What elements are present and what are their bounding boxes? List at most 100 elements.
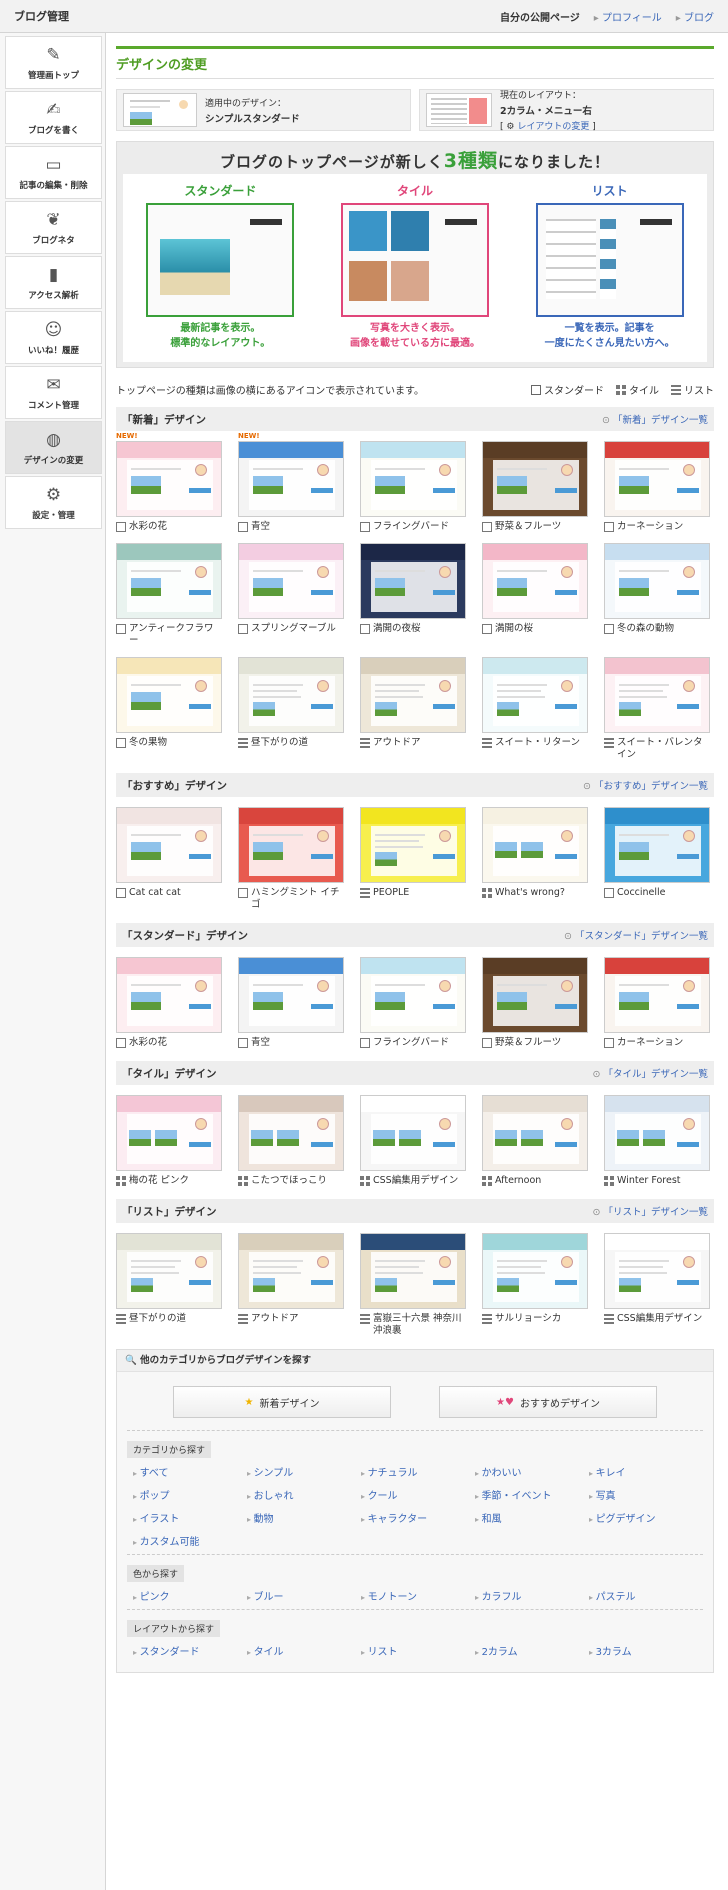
design-card[interactable]: スイート・バレンタイン xyxy=(604,657,710,761)
design-name-link[interactable]: カーネーション xyxy=(617,521,683,533)
design-thumbnail[interactable] xyxy=(238,1095,344,1171)
design-thumbnail[interactable] xyxy=(482,1095,588,1171)
design-card[interactable]: アンティークフラワー xyxy=(116,543,222,647)
design-card[interactable]: アウトドア xyxy=(238,1233,344,1337)
design-name-link[interactable]: 水彩の花 xyxy=(129,1037,167,1049)
design-thumbnail[interactable] xyxy=(360,441,466,517)
design-card[interactable]: サルリョーシカ xyxy=(482,1233,588,1337)
sidebar-item-5[interactable]: ☺ いいね！履歴 xyxy=(5,311,102,364)
design-name-link[interactable]: 満開の桜 xyxy=(495,623,533,635)
design-card[interactable]: Winter Forest xyxy=(604,1095,710,1187)
blog-link[interactable]: ブログ xyxy=(676,13,714,24)
design-name-link[interactable]: アウトドア xyxy=(251,1313,299,1325)
design-name-link[interactable]: アンティークフラワー xyxy=(129,623,222,647)
design-card[interactable]: フライングバード xyxy=(360,441,466,533)
category-link[interactable]: クール xyxy=(361,1487,475,1502)
design-thumbnail[interactable] xyxy=(360,807,466,883)
design-thumbnail[interactable] xyxy=(482,543,588,619)
category-link[interactable]: キレイ xyxy=(589,1464,703,1479)
category-link[interactable]: すべて xyxy=(133,1464,247,1479)
design-name-link[interactable]: Coccinelle xyxy=(617,887,666,899)
design-card[interactable]: スプリングマーブル xyxy=(238,543,344,647)
layout-link[interactable]: スタンダード xyxy=(133,1643,247,1658)
design-card[interactable]: アウトドア xyxy=(360,657,466,761)
design-card[interactable]: 富嶽三十六景 神奈川沖浪裏 xyxy=(360,1233,466,1337)
layout-link[interactable]: 2カラム xyxy=(475,1643,589,1658)
layout-change-link[interactable]: レイアウトの変更 xyxy=(517,122,589,132)
design-thumbnail[interactable] xyxy=(604,1095,710,1171)
category-link[interactable]: イラスト xyxy=(133,1510,247,1525)
public-page-link[interactable]: 自分の公開ページ xyxy=(500,9,580,24)
design-name-link[interactable]: 富嶽三十六景 神奈川沖浪裏 xyxy=(373,1313,466,1337)
sidebar-item-6[interactable]: ✉ コメント管理 xyxy=(5,366,102,419)
design-thumbnail[interactable] xyxy=(238,807,344,883)
design-card[interactable]: 野菜＆フルーツ xyxy=(482,957,588,1049)
design-name-link[interactable]: CSS編集用デザイン xyxy=(617,1313,702,1325)
design-name-link[interactable]: フライングバード xyxy=(373,1037,449,1049)
design-thumbnail[interactable] xyxy=(116,1233,222,1309)
design-name-link[interactable]: 青空 xyxy=(251,521,270,533)
layout-link[interactable]: 3カラム xyxy=(589,1643,703,1658)
color-link[interactable]: カラフル xyxy=(475,1588,589,1603)
design-name-link[interactable]: Winter Forest xyxy=(617,1175,681,1187)
design-name-link[interactable]: 梅の花 ピンク xyxy=(129,1175,189,1187)
design-name-link[interactable]: Afternoon xyxy=(495,1175,541,1187)
design-thumbnail[interactable] xyxy=(238,957,344,1033)
design-name-link[interactable]: 野菜＆フルーツ xyxy=(495,521,561,533)
design-card[interactable]: カーネーション xyxy=(604,441,710,533)
category-link[interactable]: カスタム可能 xyxy=(133,1533,247,1548)
section-all-link[interactable]: 「新着」デザイン一覧 xyxy=(602,412,708,426)
category-link[interactable]: シンプル xyxy=(247,1464,361,1479)
design-name-link[interactable]: 冬の果物 xyxy=(129,737,167,749)
design-thumbnail[interactable] xyxy=(482,957,588,1033)
design-name-link[interactable]: こたつでほっこり xyxy=(251,1175,327,1187)
design-thumbnail[interactable] xyxy=(360,1233,466,1309)
design-name-link[interactable]: 冬の森の動物 xyxy=(617,623,674,635)
design-name-link[interactable]: フライングバード xyxy=(373,521,449,533)
profile-link[interactable]: プロフィール xyxy=(594,13,662,24)
design-thumbnail[interactable] xyxy=(604,1233,710,1309)
section-all-link[interactable]: 「タイル」デザイン一覧 xyxy=(593,1066,708,1080)
design-thumbnail[interactable] xyxy=(360,957,466,1033)
design-thumbnail[interactable] xyxy=(604,807,710,883)
category-link[interactable]: ナチュラル xyxy=(361,1464,475,1479)
design-thumbnail[interactable] xyxy=(360,657,466,733)
design-thumbnail[interactable] xyxy=(116,807,222,883)
design-card[interactable]: CSS編集用デザイン xyxy=(604,1233,710,1337)
design-card[interactable]: 梅の花 ピンク xyxy=(116,1095,222,1187)
design-thumbnail[interactable] xyxy=(604,657,710,733)
design-thumbnail[interactable] xyxy=(482,807,588,883)
design-card[interactable]: 冬の森の動物 xyxy=(604,543,710,647)
layout-link[interactable]: タイル xyxy=(247,1643,361,1658)
section-all-link[interactable]: 「リスト」デザイン一覧 xyxy=(593,1204,708,1218)
sidebar-item-4[interactable]: ▮ アクセス解析 xyxy=(5,256,102,309)
design-name-link[interactable]: What's wrong? xyxy=(495,887,565,899)
category-link[interactable]: 動物 xyxy=(247,1510,361,1525)
design-card[interactable]: NEW! 青空 xyxy=(238,432,344,533)
design-thumbnail[interactable] xyxy=(360,1095,466,1171)
design-name-link[interactable]: 昼下がりの道 xyxy=(251,737,308,749)
design-name-link[interactable]: CSS編集用デザイン xyxy=(373,1175,458,1187)
design-card[interactable]: Afternoon xyxy=(482,1095,588,1187)
color-link[interactable]: パステル xyxy=(589,1588,703,1603)
design-card[interactable]: CSS編集用デザイン xyxy=(360,1095,466,1187)
design-name-link[interactable]: スイート・リターン xyxy=(495,737,580,749)
design-thumbnail[interactable] xyxy=(116,657,222,733)
category-link[interactable]: 和風 xyxy=(475,1510,589,1525)
design-card[interactable]: PEOPLE xyxy=(360,807,466,911)
design-name-link[interactable]: 野菜＆フルーツ xyxy=(495,1037,561,1049)
design-thumbnail[interactable] xyxy=(482,657,588,733)
sidebar-item-3[interactable]: ❦ ブログネタ xyxy=(5,201,102,254)
color-link[interactable]: モノトーン xyxy=(361,1588,475,1603)
design-name-link[interactable]: 青空 xyxy=(251,1037,270,1049)
design-thumbnail[interactable] xyxy=(116,441,222,517)
design-card[interactable]: フライングバード xyxy=(360,957,466,1049)
design-card[interactable]: 満開の夜桜 xyxy=(360,543,466,647)
design-name-link[interactable]: スプリングマーブル xyxy=(251,623,336,635)
design-card[interactable]: 昼下がりの道 xyxy=(238,657,344,761)
design-name-link[interactable]: サルリョーシカ xyxy=(495,1313,561,1325)
sidebar-item-2[interactable]: ▭ 記事の編集・削除 xyxy=(5,146,102,199)
section-all-link[interactable]: 「スタンダード」デザイン一覧 xyxy=(564,928,708,942)
design-thumbnail[interactable] xyxy=(238,441,344,517)
category-link[interactable]: ピグデザイン xyxy=(589,1510,703,1525)
